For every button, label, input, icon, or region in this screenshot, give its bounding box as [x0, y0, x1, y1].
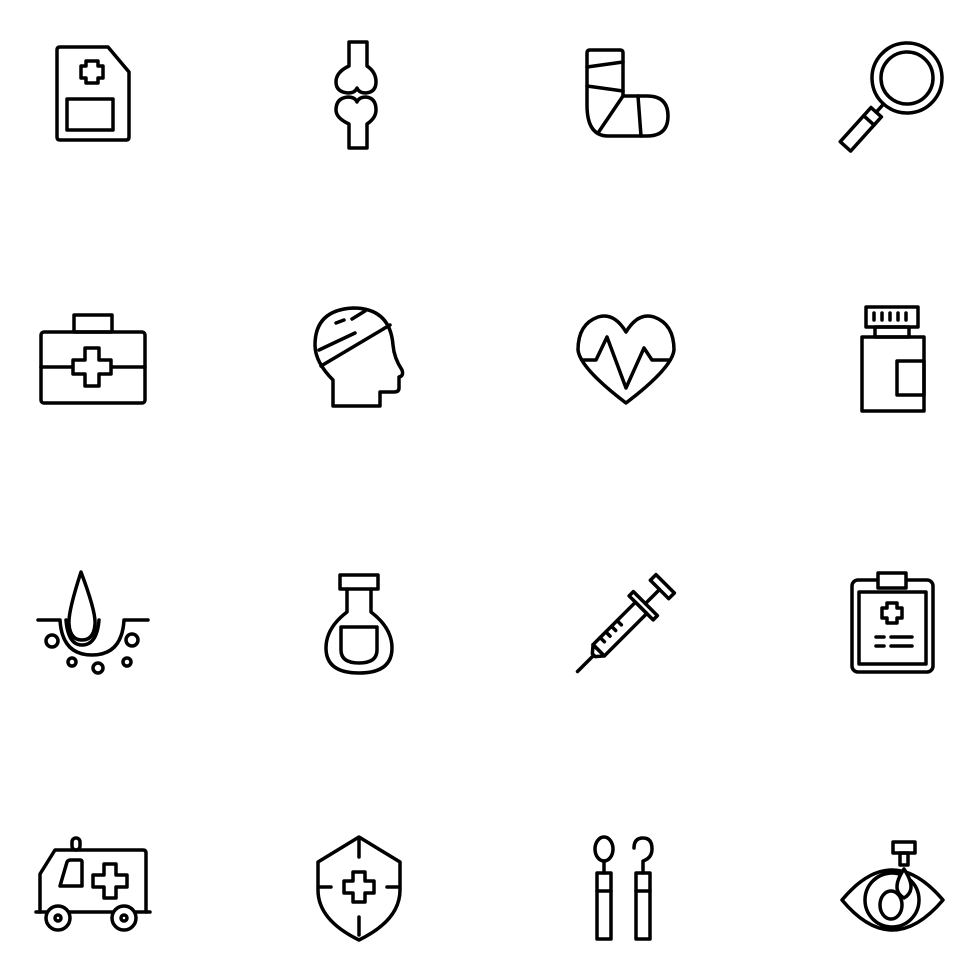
- hair-follicle-icon: [36, 570, 150, 675]
- dental-tools-icon: [593, 835, 654, 941]
- flask-icon: [324, 573, 394, 675]
- bone-joint-icon: [334, 40, 378, 150]
- eye-drops-icon: [840, 840, 945, 932]
- cross-icon: [71, 346, 113, 388]
- cross-icon: [342, 870, 376, 904]
- leg-cast-icon: [585, 48, 670, 138]
- bandaged-head-icon: [313, 306, 405, 408]
- medical-shield-icon: [316, 835, 402, 942]
- cross-icon: [880, 601, 904, 625]
- medical-card-icon: [55, 45, 131, 142]
- first-aid-kit-icon: [39, 313, 147, 405]
- syringe-icon: [575, 572, 677, 674]
- medical-clipboard-icon: [850, 571, 935, 674]
- cross-icon: [91, 862, 129, 900]
- icon-grid: [34, 40, 945, 942]
- cross-icon: [79, 59, 105, 85]
- pill-bottle-icon: [860, 305, 926, 413]
- magnifier-icon: [838, 41, 944, 153]
- heartbeat-icon: [576, 314, 676, 405]
- ambulance-icon: [34, 836, 152, 932]
